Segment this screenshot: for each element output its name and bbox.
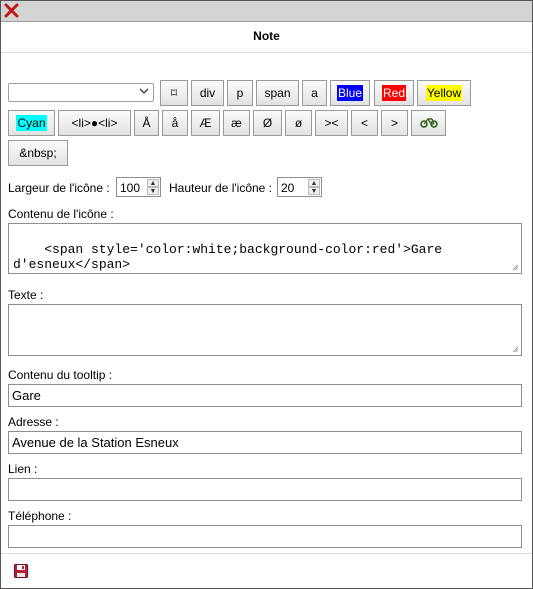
o-slash-upper-button[interactable]: Ø — [253, 110, 282, 136]
a-button[interactable]: a — [302, 80, 327, 106]
text-label: Texte : — [8, 288, 44, 302]
address-input[interactable]: Avenue de la Station Esneux — [8, 431, 522, 454]
lt-button[interactable]: < — [351, 110, 378, 136]
bicycle-icon — [419, 112, 438, 136]
toolbar-row-2: Cyan <li>●<li> Å å Æ æ Ø ø >< < > — [8, 110, 523, 136]
resize-grip-icon[interactable] — [512, 346, 519, 353]
p-button[interactable]: p — [227, 80, 253, 106]
gt-lt-button[interactable]: >< — [315, 110, 348, 136]
icon-height-stepper[interactable]: 20 ▲ ▼ — [277, 177, 322, 197]
text-textarea[interactable] — [8, 304, 522, 356]
ae-upper-button[interactable]: Æ — [191, 110, 220, 136]
nbsp-button[interactable]: &nbsp; — [8, 140, 68, 166]
yellow-button[interactable]: Yellow — [417, 80, 471, 106]
bike-button[interactable] — [411, 110, 446, 136]
resize-grip-icon[interactable] — [512, 264, 519, 271]
a-ring-upper-button[interactable]: Å — [134, 110, 159, 136]
address-label: Adresse : — [8, 415, 59, 429]
o-slash-lower-button[interactable]: ø — [285, 110, 312, 136]
icon-width-label: Largeur de l'icône : — [8, 181, 110, 195]
decrement-icon[interactable]: ▼ — [147, 187, 159, 195]
chevron-down-icon — [139, 86, 149, 99]
format-select[interactable] — [8, 83, 154, 102]
link-input[interactable] — [8, 478, 522, 501]
icon-content-textarea[interactable]: <span style='color:white;background-colo… — [8, 223, 522, 274]
dialog-title: Note — [253, 29, 280, 43]
increment-icon[interactable]: ▲ — [308, 179, 320, 187]
stepper-arrows[interactable]: ▲ ▼ — [308, 179, 320, 195]
stepper-arrows[interactable]: ▲ ▼ — [147, 179, 159, 195]
footer-divider — [1, 553, 532, 554]
icon-content-label: Contenu de l'icône : — [8, 207, 114, 221]
cyan-button[interactable]: Cyan — [8, 110, 55, 136]
toolbar-row-3: &nbsp; — [8, 140, 523, 166]
increment-icon[interactable]: ▲ — [147, 179, 159, 187]
link-label: Lien : — [8, 462, 38, 476]
span-button[interactable]: span — [256, 80, 299, 106]
decrement-icon[interactable]: ▼ — [308, 187, 320, 195]
icon-width-stepper[interactable]: 100 ▲ ▼ — [116, 177, 161, 197]
red-button[interactable]: Red — [374, 80, 414, 106]
tooltip-label: Contenu du tooltip : — [8, 368, 113, 382]
ae-lower-button[interactable]: æ — [223, 110, 250, 136]
div-button[interactable]: div — [191, 80, 224, 106]
blue-button[interactable]: Blue — [330, 80, 370, 106]
phone-input[interactable] — [8, 525, 522, 548]
note-dialog: Note ⌑ div p span a Blue Red Yellow Cyan… — [0, 0, 533, 589]
gt-button[interactable]: > — [381, 110, 408, 136]
insert-break-button[interactable]: ⌑ — [160, 80, 188, 106]
close-icon[interactable] — [4, 3, 19, 18]
title-bar[interactable] — [1, 1, 532, 22]
toolbar-row-1: ⌑ div p span a Blue Red Yellow — [8, 80, 523, 106]
header-divider — [1, 52, 532, 53]
list-item-button[interactable]: <li>●<li> — [58, 110, 131, 136]
tooltip-input[interactable]: Gare — [8, 384, 522, 407]
a-ring-lower-button[interactable]: å — [162, 110, 188, 136]
phone-label: Téléphone : — [8, 509, 72, 523]
icon-height-label: Hauteur de l'icône : — [169, 181, 273, 195]
save-icon[interactable] — [14, 564, 28, 578]
